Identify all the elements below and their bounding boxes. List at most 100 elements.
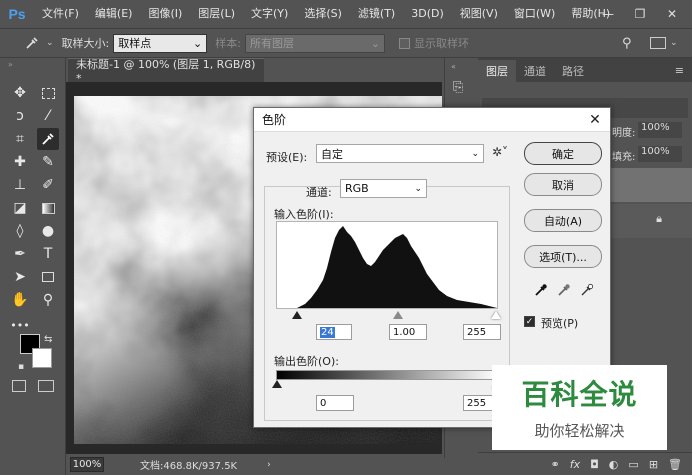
ok-button[interactable]: 确定 xyxy=(524,142,602,165)
preset-select[interactable]: 自定 ⌄ xyxy=(316,144,484,163)
output-black-field[interactable]: 0 xyxy=(316,395,354,411)
menu-image[interactable]: 图像(I) xyxy=(140,0,190,28)
panel-menu-icon[interactable]: ≡ xyxy=(675,60,684,82)
delete-layer-icon[interactable]: 🗑︎ xyxy=(668,458,682,471)
background-color-swatch[interactable] xyxy=(32,348,52,368)
input-gamma-slider[interactable] xyxy=(393,311,403,319)
healing-brush-tool-icon[interactable]: ✚ xyxy=(9,151,31,173)
menu-type[interactable]: 文字(Y) xyxy=(243,0,296,28)
options-bar: ⌄ 取样大小: 取样点 ⌄ 样本: 所有图层 ⌄ 显示取样环 ⚲ ⌄ xyxy=(0,28,692,58)
white-eyedropper-icon[interactable] xyxy=(579,282,595,298)
default-colors-icon[interactable]: ▪ xyxy=(18,362,24,372)
minimize-button[interactable]: — xyxy=(596,0,620,28)
black-eyedropper-icon[interactable] xyxy=(533,282,549,298)
chevron-down-icon: ⌄ xyxy=(193,36,203,50)
history-icon[interactable]: ⎘ xyxy=(453,80,463,95)
rectangle-tool-icon[interactable] xyxy=(37,266,59,288)
chevron-down-icon[interactable]: ⌄ xyxy=(670,38,678,48)
clone-stamp-tool-icon[interactable]: ⊥ xyxy=(9,174,31,196)
zoom-tool-icon[interactable]: ⚲ xyxy=(37,289,59,311)
document-info[interactable]: 文档:468.8K/937.5K xyxy=(140,457,237,472)
menu-view[interactable]: 视图(V) xyxy=(452,0,506,28)
preview-checkbox[interactable]: ✓ xyxy=(524,316,535,327)
show-sampling-ring-checkbox[interactable]: 显示取样环 xyxy=(398,35,469,51)
sample-size-select[interactable]: 取样点 ⌄ xyxy=(113,33,208,53)
output-gradient xyxy=(276,370,498,380)
channel-value: RGB xyxy=(345,182,369,195)
fill-label: 填充: xyxy=(612,152,636,163)
close-icon[interactable]: ✕ xyxy=(586,110,604,130)
search-icon[interactable]: ⚲ xyxy=(622,36,632,51)
document-tab[interactable]: 未标题-1 @ 100% (图层 1, RGB/8) * xyxy=(68,58,264,85)
tab-layers[interactable]: 图层 xyxy=(478,60,516,82)
chevron-down-icon[interactable]: ⌄ xyxy=(46,38,54,48)
swap-colors-icon[interactable]: ⇆ xyxy=(44,334,52,345)
menu-bar: Ps 文件(F) 编辑(E) 图像(I) 图层(L) 文字(Y) 选择(S) 滤… xyxy=(0,0,692,28)
input-white-slider[interactable] xyxy=(491,311,501,319)
input-black-field[interactable]: 24 xyxy=(316,324,352,340)
chevron-down-icon: ⌄ xyxy=(414,183,422,194)
type-tool-icon[interactable]: T xyxy=(37,243,59,265)
link-layers-icon[interactable]: ⚭ xyxy=(550,458,559,471)
opacity-label: 明度: xyxy=(612,128,636,139)
marquee-tool-icon[interactable] xyxy=(37,82,59,104)
hand-tool-icon[interactable]: ✋ xyxy=(9,289,31,311)
more-tools-icon[interactable]: ••• xyxy=(9,314,31,336)
crop-tool-icon[interactable]: ⌗ xyxy=(9,128,31,150)
sample-layers-select[interactable]: 所有图层 ⌄ xyxy=(244,33,385,53)
fill-field[interactable]: 100% xyxy=(638,146,682,162)
brush-tool-icon[interactable]: ✎ xyxy=(37,151,59,173)
chevron-right-icon[interactable]: › xyxy=(267,460,271,470)
path-selection-tool-icon[interactable]: ➤ xyxy=(9,266,31,288)
tab-paths[interactable]: 路径 xyxy=(554,60,592,82)
gray-eyedropper-icon[interactable] xyxy=(556,282,572,298)
lasso-tool-icon[interactable]: ↄ xyxy=(9,105,31,127)
input-white-field[interactable]: 255 xyxy=(463,324,501,340)
opacity-field[interactable]: 100% xyxy=(638,122,682,138)
collapse-icon[interactable]: » xyxy=(8,60,13,69)
options-button[interactable]: 选项(T)... xyxy=(524,245,602,268)
gradient-tool-icon[interactable] xyxy=(37,197,59,219)
chevron-down-icon: ⌄ xyxy=(471,148,479,159)
menu-file[interactable]: 文件(F) xyxy=(34,0,87,28)
input-black-slider[interactable] xyxy=(292,311,302,319)
dodge-tool-icon[interactable]: ● xyxy=(37,220,59,242)
gear-icon[interactable]: ✲˅ xyxy=(492,145,508,159)
eraser-tool-icon[interactable]: ◪ xyxy=(9,197,31,219)
menu-layer[interactable]: 图层(L) xyxy=(190,0,243,28)
mask-icon[interactable]: ◘ xyxy=(590,458,599,471)
screen-mode-icon[interactable] xyxy=(38,380,54,392)
adjustment-icon[interactable]: ◐ xyxy=(609,458,619,471)
eyedropper-preset-icon[interactable] xyxy=(20,31,44,55)
expand-icon[interactable]: « xyxy=(451,62,456,71)
workspace-icon[interactable] xyxy=(650,37,666,49)
move-tool-icon[interactable]: ✥ xyxy=(9,82,31,104)
restore-button[interactable]: ❐ xyxy=(628,0,652,28)
pen-tool-icon[interactable]: ✒ xyxy=(9,243,31,265)
blur-tool-icon[interactable]: ◊ xyxy=(9,220,31,242)
chevron-down-icon: ⌄ xyxy=(370,36,380,50)
auto-button[interactable]: 自动(A) xyxy=(524,209,602,232)
new-layer-icon[interactable]: ⊞ xyxy=(649,458,658,471)
menu-edit[interactable]: 编辑(E) xyxy=(87,0,141,28)
history-brush-tool-icon[interactable]: ✐ xyxy=(37,174,59,196)
cancel-button[interactable]: 取消 xyxy=(524,173,602,196)
quick-mask-icon[interactable] xyxy=(12,380,26,392)
status-bar: 100% 文档:468.8K/937.5K › xyxy=(66,454,442,475)
menu-3d[interactable]: 3D(D) xyxy=(403,0,452,28)
menu-filter[interactable]: 滤镜(T) xyxy=(350,0,403,28)
channel-select[interactable]: RGB ⌄ xyxy=(340,179,427,198)
show-ring-label: 显示取样环 xyxy=(413,37,469,50)
zoom-field[interactable]: 100% xyxy=(70,457,104,472)
input-gamma-field[interactable]: 1.00 xyxy=(389,324,427,340)
tab-channels[interactable]: 通道 xyxy=(516,60,554,82)
magic-wand-tool-icon[interactable]: ⁄ xyxy=(37,105,59,127)
eyedropper-tool-icon[interactable] xyxy=(37,128,59,150)
menu-window[interactable]: 窗口(W) xyxy=(506,0,563,28)
output-black-slider[interactable] xyxy=(272,380,282,388)
fx-icon[interactable]: fx xyxy=(570,458,580,471)
output-levels-label: 输出色阶(O): xyxy=(274,355,339,368)
menu-select[interactable]: 选择(S) xyxy=(296,0,350,28)
group-icon[interactable]: ▭ xyxy=(628,458,638,471)
close-window-button[interactable]: ✕ xyxy=(660,0,684,28)
